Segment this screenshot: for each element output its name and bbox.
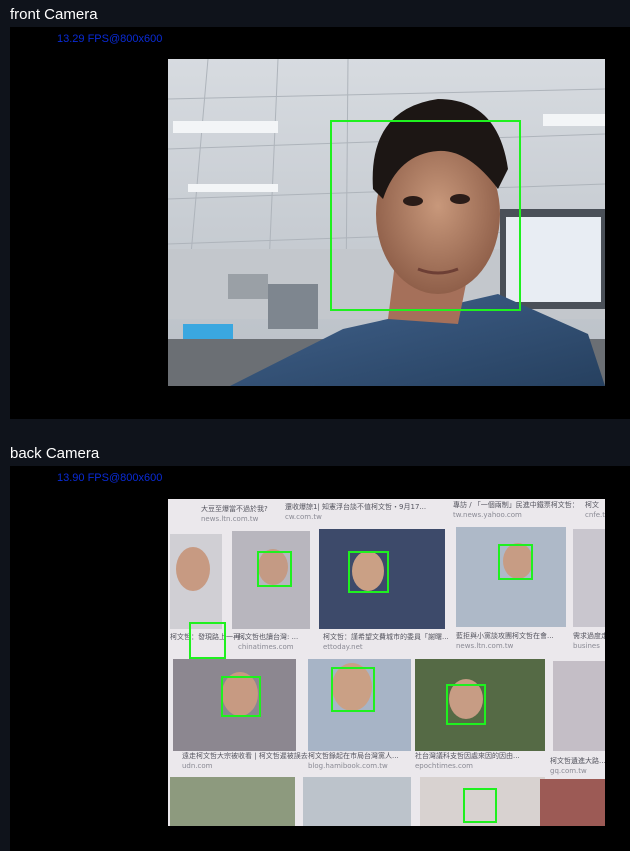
caption-10-src: udn.com	[182, 762, 213, 770]
caption-4: 柯文	[585, 500, 599, 509]
front-camera-title: front Camera	[10, 6, 98, 23]
back-camera-panel: 13.90 FPS@800x600 大豆至爆當不過於我? news.ltn.co…	[10, 466, 630, 851]
caption-5-src: chinatimes.com	[238, 643, 294, 651]
caption-10: 遠走柯文哲大宗被收看 | 柯文哲遲被誤去	[182, 751, 308, 760]
back-face-box-4	[189, 622, 226, 659]
caption-1: 大豆至爆當不過於我?	[201, 504, 268, 513]
caption-8-src: busines	[573, 642, 600, 650]
back-face-box-5	[221, 676, 261, 717]
caption-2: 還收爆諒1| 知憲浮台談不值柯文哲・9月17...	[285, 502, 426, 511]
caption-6-src: ettoday.net	[323, 643, 363, 651]
caption-7: 藍拒與小黨談攻團柯文哲在會...	[456, 631, 554, 640]
caption-6: 柯文哲：謹希望文費城市的委員「謝曙...	[323, 632, 449, 641]
back-face-box-2	[348, 551, 389, 593]
caption-2-src: cw.com.tw	[285, 513, 322, 521]
caption-12-src: epochtimes.com	[415, 762, 473, 770]
caption-13-src: gq.com.tw	[550, 767, 587, 775]
back-face-box-1	[257, 551, 292, 587]
caption-5: 柯文哲也讀台灣: ...	[238, 632, 298, 641]
caption-11-src: blog.hamibook.com.tw	[308, 762, 388, 770]
back-fps-label: 13.90 FPS@800x600	[57, 472, 163, 484]
front-camera-panel: 13.29 FPS@800x600	[10, 27, 630, 419]
caption-12: 社台灣議科支哲因處來因的因由...	[415, 751, 520, 760]
caption-3-src: tw.news.yahoo.com	[453, 511, 522, 519]
back-face-box-3	[498, 544, 533, 580]
front-fps-label: 13.29 FPS@800x600	[57, 33, 163, 45]
back-face-box-6	[331, 667, 375, 712]
back-camera-feed: 大豆至爆當不過於我? news.ltn.com.tw 還收爆諒1| 知憲浮台談不…	[168, 499, 605, 826]
back-face-box-8	[463, 788, 497, 823]
back-face-box-7	[446, 684, 486, 725]
back-camera-title: back Camera	[10, 445, 100, 462]
caption-3: 專訪 / 「一個兩制」民進中鐵票柯文哲：	[453, 500, 579, 509]
back-camera-image: 大豆至爆當不過於我? news.ltn.com.tw 還收爆諒1| 知憲浮台談不…	[168, 499, 605, 826]
front-camera-feed	[168, 59, 605, 386]
caption-11: 柯文哲錄起在市局台灣黨人...	[308, 751, 399, 760]
front-face-box	[330, 120, 521, 311]
caption-13: 柯文哲遺進大路...	[550, 756, 605, 765]
caption-8: 需求過度走	[573, 631, 605, 640]
caption-4-src: cnfe.tw	[585, 511, 605, 519]
caption-1-src: news.ltn.com.tw	[201, 515, 259, 523]
caption-7-src: news.ltn.com.tw	[456, 642, 514, 650]
